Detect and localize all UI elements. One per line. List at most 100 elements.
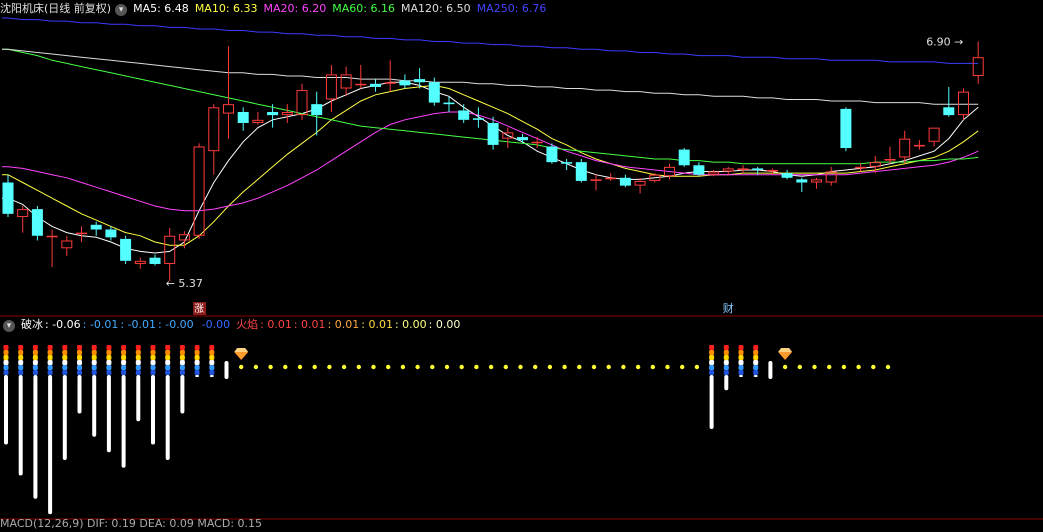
low-price-label: ← 5.37	[166, 277, 203, 290]
candle-body	[913, 144, 925, 147]
candle-body	[311, 104, 323, 116]
indicator-dot	[606, 364, 611, 370]
indicator-cap	[3, 355, 9, 360]
indicator-cap	[18, 345, 24, 350]
indicator-cap	[165, 370, 171, 375]
indicator-cap	[194, 355, 200, 360]
indicator-cap	[209, 355, 215, 360]
indicator-cap	[47, 350, 53, 355]
stock-title: 沈阳机床(日线 前复权)	[0, 2, 112, 15]
indicator-cap	[194, 350, 200, 355]
indicator-cap	[32, 365, 38, 370]
candle-body	[855, 166, 867, 169]
indicator-dot	[621, 364, 626, 370]
indicator-dot	[533, 364, 538, 370]
indicator-bar	[4, 375, 8, 445]
indicator-cap	[150, 350, 156, 355]
indicator-cap	[135, 365, 141, 370]
indicator-bar	[62, 375, 67, 460]
candle-body	[546, 146, 558, 163]
fire-value: : 0.00	[428, 318, 461, 331]
indicator-cap	[723, 355, 729, 360]
indicator-cap	[91, 370, 97, 375]
indicator-bar	[18, 375, 23, 476]
indicator-cap	[62, 360, 68, 365]
indicator-cap	[106, 350, 112, 355]
indicator-cap	[209, 365, 215, 370]
indicator-cap	[709, 360, 715, 365]
candle-body	[517, 137, 528, 141]
indicator-cap	[32, 345, 38, 350]
settings-icon[interactable]: ▾	[115, 4, 128, 16]
indicator-bar	[33, 375, 38, 499]
indicator-cap	[77, 370, 82, 375]
ma10-line	[2, 84, 979, 246]
indicator-cap	[121, 355, 127, 360]
candle-body	[678, 149, 690, 166]
indicator-header: ▾ 破冰: -0.06: -0.01: -0.01: -0.00 -0.00 火焰: …	[0, 317, 462, 333]
candle-body	[384, 82, 396, 84]
indicator-cap	[738, 370, 744, 375]
indicator-cap	[753, 355, 759, 360]
candle-body	[370, 83, 381, 87]
indicator-dot	[430, 364, 435, 370]
indicator-cap	[3, 365, 9, 370]
indicator-bar	[724, 375, 729, 391]
indicator-cap	[91, 355, 97, 360]
candle-body	[17, 209, 29, 217]
ma250-label: MA250: 6.76	[476, 2, 547, 15]
indicator-cap	[18, 370, 24, 375]
indicator-settings-icon[interactable]: ▾	[3, 320, 15, 332]
indicator-cap	[106, 370, 112, 375]
indicator-cap	[62, 365, 68, 370]
indicator-cap	[738, 365, 744, 370]
indicator-cap	[47, 345, 53, 350]
ma10-label: MA10: 6.33	[194, 2, 258, 15]
candle-body	[722, 168, 734, 172]
indicator-cap	[32, 370, 38, 375]
indicator-cap	[135, 355, 141, 360]
candle-body	[531, 141, 543, 144]
indicator-cap	[106, 365, 112, 370]
candle-body	[590, 179, 602, 181]
indicator-cap	[91, 350, 97, 355]
indicator-cap	[150, 355, 156, 360]
indicator-cap	[209, 360, 215, 365]
candle-body	[296, 90, 308, 116]
indicator-cap	[209, 370, 215, 375]
indicator-bar	[195, 375, 200, 377]
indicator-cap	[723, 370, 729, 375]
indicator-bar	[48, 375, 53, 515]
indicator-cap	[209, 345, 215, 350]
indicator-cap	[723, 360, 729, 365]
candle-body	[223, 104, 234, 114]
fire-value: : 0.01	[293, 318, 326, 331]
indicator-cap	[150, 365, 156, 370]
indicator-cap	[135, 345, 141, 350]
ma5-label: MA5: 6.48	[133, 2, 189, 15]
indicator-cap	[753, 345, 759, 350]
indicator-cap	[753, 350, 759, 355]
stock-chart[interactable]: 6.90 → ← 5.37 涨 财	[0, 0, 1043, 524]
indicator-cap	[47, 370, 53, 375]
candle-body	[884, 159, 896, 161]
candle-body	[237, 112, 249, 123]
indicator-dot	[503, 364, 508, 370]
indicator-dot	[885, 364, 891, 370]
indicator-value: : -0.01	[120, 318, 157, 331]
indicator-cap	[194, 365, 200, 370]
indicator-cap	[62, 355, 68, 360]
indicator-cap	[194, 345, 200, 350]
candle-body	[605, 177, 617, 180]
indicator-dot	[474, 364, 479, 370]
indicator-dot	[782, 364, 788, 370]
fire-value: : 0.00	[394, 318, 427, 331]
candle-body	[252, 119, 264, 123]
indicator-cap	[179, 365, 185, 370]
gem-icon	[778, 348, 793, 352]
indicator-dot	[812, 364, 817, 370]
indicator-cap	[165, 350, 171, 355]
indicator-dot	[253, 364, 259, 370]
candle-body	[208, 107, 220, 152]
indicator-cap	[3, 370, 9, 375]
